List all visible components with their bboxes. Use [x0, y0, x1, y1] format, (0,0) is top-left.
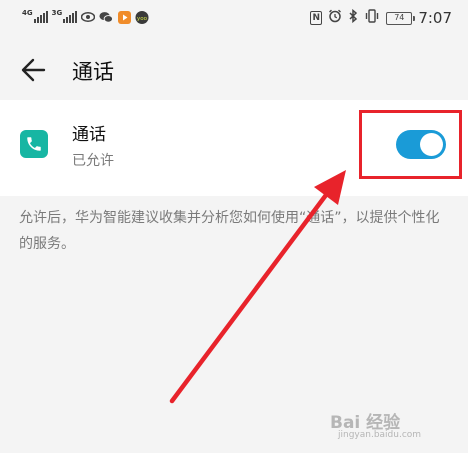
wechat-icon — [99, 10, 114, 24]
toggle-knob — [420, 133, 443, 156]
status-right-group: N 74 7:07 — [310, 8, 452, 27]
alarm-icon — [328, 9, 342, 27]
back-button[interactable] — [18, 54, 50, 86]
yoo-app-icon: yoo — [135, 10, 149, 24]
network-type-label: 4G — [22, 9, 33, 17]
status-left-group: 4G 3G yoo — [22, 10, 149, 24]
clock-time: 7:07 — [418, 9, 452, 27]
app-bar: 通话 — [0, 38, 468, 100]
permission-status: 已允许 — [72, 153, 114, 169]
signal-strength-icon-1: 4G — [22, 10, 48, 23]
phone-icon — [20, 130, 48, 158]
network-type-label: 3G — [51, 9, 63, 17]
bluetooth-icon — [348, 8, 358, 27]
watermark-url: jingyan.baidu.com — [338, 430, 422, 440]
permission-toggle-switch[interactable] — [396, 130, 446, 159]
page-title: 通话 — [72, 60, 114, 84]
vibrate-icon — [364, 9, 380, 27]
baidu-jingyan-watermark: Bai 经验 jingyan.baidu.com — [330, 408, 442, 446]
status-bar: 4G 3G yoo N 74 7:07 — [0, 0, 468, 38]
permission-description: 允许后，华为智能建议收集并分析您如何使用“通话”，以提供个性化的服务。 — [19, 210, 440, 252]
eye-icon — [81, 10, 96, 24]
battery-icon: 74 — [386, 11, 416, 25]
signal-strength-icon-2: 3G — [52, 10, 78, 23]
permission-name: 通话 — [72, 125, 106, 145]
nfc-icon: N — [310, 11, 323, 25]
svg-text:yoo: yoo — [137, 15, 148, 21]
video-app-icon — [117, 10, 131, 24]
arrow-left-icon — [21, 58, 46, 82]
